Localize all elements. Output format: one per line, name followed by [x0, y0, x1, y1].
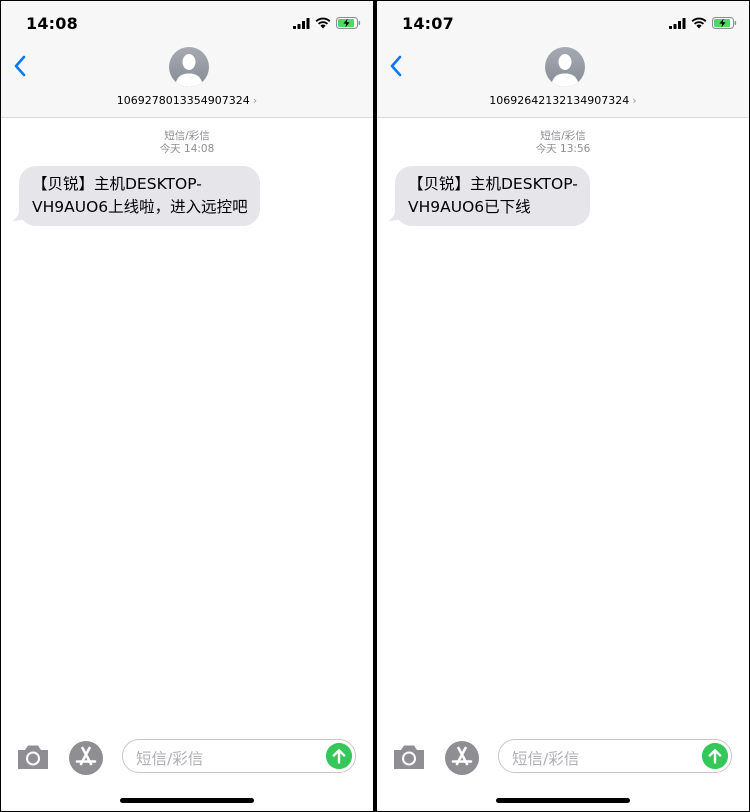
- phone-screen-left: 14:08 1069278013354907324 › 短信/彩信 今天 14:…: [1, 1, 373, 811]
- message-input[interactable]: 短信/彩信: [498, 739, 732, 773]
- wifi-icon: [315, 17, 331, 29]
- chevron-right-icon: ›: [632, 94, 637, 107]
- camera-icon[interactable]: [16, 742, 50, 772]
- app-store-icon[interactable]: [68, 740, 104, 776]
- wifi-icon: [691, 17, 707, 29]
- message-timestamp: 今天 13:56: [535, 143, 591, 155]
- contact-number-row[interactable]: 1069264213213490732​4 ›: [377, 94, 749, 107]
- message-type-label: 短信/彩信: [164, 130, 210, 142]
- camera-icon[interactable]: [392, 742, 426, 772]
- person-silhouette-icon: [551, 54, 579, 87]
- message-line-1: 【贝锐】主机DESKTOP-: [32, 175, 202, 193]
- person-silhouette-icon: [175, 54, 203, 87]
- home-indicator[interactable]: [120, 798, 254, 803]
- conversation-header: 14:08 1069278013354907324 ›: [1, 1, 373, 118]
- home-indicator[interactable]: [496, 798, 630, 803]
- input-placeholder: 短信/彩信: [512, 750, 580, 768]
- send-button[interactable]: [326, 743, 352, 769]
- message-line-2: VH9AUO6上线啦，进入远控吧: [32, 198, 248, 216]
- battery-charging-icon: [336, 17, 361, 29]
- compose-bar: 短信/彩信: [377, 731, 749, 791]
- cellular-signal-icon: [669, 17, 686, 29]
- contact-number-row[interactable]: 1069278013354907324 ›: [1, 94, 373, 107]
- back-button[interactable]: [385, 51, 409, 81]
- conversation-header: 14:07: [377, 1, 749, 118]
- message-bubble[interactable]: 【贝锐】主机DESKTOP- VH9AUO6已下线: [395, 166, 590, 226]
- message-line-2: VH9AUO6已下线: [408, 198, 531, 216]
- status-icons: [669, 16, 737, 30]
- contact-number: 1069264213213490732​4: [489, 94, 630, 107]
- status-time: 14:07: [402, 14, 454, 33]
- send-button[interactable]: [702, 743, 728, 769]
- status-time: 14:08: [26, 14, 78, 33]
- status-icons: [293, 16, 361, 30]
- contact-avatar[interactable]: [169, 47, 209, 87]
- contact-number: 1069278013354907324: [116, 94, 250, 107]
- phone-screen-right: 14:07: [377, 1, 749, 811]
- message-input[interactable]: 短信/彩信: [122, 739, 356, 773]
- chevron-right-icon: ›: [252, 94, 258, 107]
- message-bubble[interactable]: 【贝锐】主机DESKTOP- VH9AUO6上线啦，进入远控吧: [19, 166, 260, 226]
- message-timestamp: 今天 14:08: [159, 143, 215, 155]
- cellular-signal-icon: [293, 17, 310, 29]
- contact-avatar[interactable]: [545, 47, 585, 87]
- battery-charging-icon: [712, 17, 737, 29]
- app-store-icon[interactable]: [444, 740, 480, 776]
- input-placeholder: 短信/彩信: [136, 750, 204, 768]
- back-button[interactable]: [9, 51, 33, 81]
- compose-bar: 短信/彩信: [1, 731, 373, 791]
- message-line-1: 【贝锐】主机DESKTOP-: [408, 175, 578, 193]
- message-type-label: 短信/彩信: [540, 130, 586, 142]
